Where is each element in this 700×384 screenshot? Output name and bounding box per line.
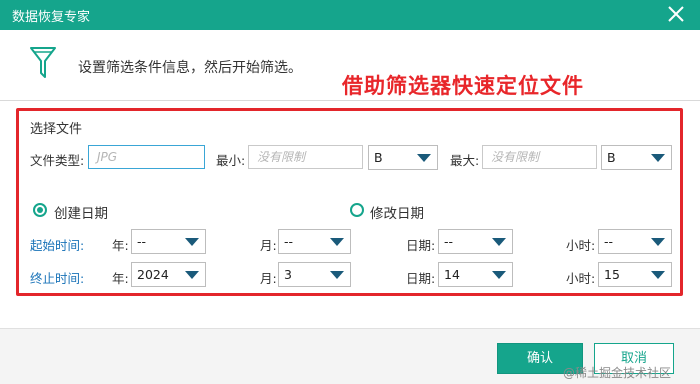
chevron-down-icon bbox=[330, 238, 344, 246]
modified-date-label: 修改日期 bbox=[370, 206, 424, 222]
start-hour-select[interactable]: -- bbox=[598, 229, 672, 254]
max-size-input[interactable]: 没有限制 bbox=[482, 145, 597, 169]
chevron-down-icon bbox=[330, 271, 344, 279]
end-year-value: 2024 bbox=[137, 267, 169, 282]
chevron-down-icon bbox=[185, 238, 199, 246]
chevron-down-icon bbox=[492, 238, 506, 246]
chevron-down-icon bbox=[651, 238, 665, 246]
start-year-value: -- bbox=[137, 234, 147, 249]
chevron-down-icon bbox=[185, 271, 199, 279]
annotation-text: 借助筛选器快速定位文件 bbox=[342, 74, 584, 98]
end-year-label: 年: bbox=[112, 271, 129, 286]
start-day-label: 日期: bbox=[406, 238, 436, 253]
header-description: 设置筛选条件信息，然后开始筛选。 bbox=[78, 60, 302, 76]
chevron-down-icon bbox=[651, 154, 665, 162]
title-bar: 数据恢复专家 bbox=[0, 0, 700, 30]
chevron-down-icon bbox=[651, 271, 665, 279]
max-size-unit-value: B bbox=[607, 150, 616, 165]
funnel-icon bbox=[30, 47, 56, 78]
start-hour-value: -- bbox=[604, 234, 614, 249]
file-type-input[interactable]: JPG bbox=[88, 145, 205, 169]
start-time-label: 起始时间: bbox=[30, 238, 85, 253]
start-year-label: 年: bbox=[112, 238, 129, 253]
end-time-label: 终止时间: bbox=[30, 271, 85, 286]
end-year-select[interactable]: 2024 bbox=[131, 262, 206, 287]
created-date-radio[interactable] bbox=[33, 203, 47, 217]
end-day-value: 14 bbox=[444, 267, 460, 282]
start-year-select[interactable]: -- bbox=[131, 229, 206, 254]
min-size-unit-select[interactable]: B bbox=[368, 145, 438, 170]
start-hour-label: 小时: bbox=[566, 238, 596, 253]
end-day-label: 日期: bbox=[406, 271, 436, 286]
created-date-label: 创建日期 bbox=[54, 206, 108, 222]
end-month-select[interactable]: 3 bbox=[278, 262, 351, 287]
chevron-down-icon bbox=[492, 271, 506, 279]
end-hour-select[interactable]: 15 bbox=[598, 262, 672, 287]
watermark-text: @稀土掘金技术社区 bbox=[563, 366, 672, 380]
max-size-label: 最大: bbox=[450, 153, 480, 168]
min-size-label: 最小: bbox=[216, 153, 246, 168]
end-day-select[interactable]: 14 bbox=[438, 262, 513, 287]
chevron-down-icon bbox=[417, 154, 431, 162]
start-month-label: 月: bbox=[260, 238, 277, 253]
start-day-value: -- bbox=[444, 234, 454, 249]
modified-date-radio[interactable] bbox=[350, 203, 364, 217]
dialog-header: 设置筛选条件信息，然后开始筛选。 借助筛选器快速定位文件 bbox=[0, 30, 700, 100]
max-size-unit-select[interactable]: B bbox=[601, 145, 672, 170]
start-month-value: -- bbox=[284, 234, 294, 249]
start-day-select[interactable]: -- bbox=[438, 229, 513, 254]
min-size-input[interactable]: 没有限制 bbox=[248, 145, 363, 169]
min-size-unit-value: B bbox=[374, 150, 383, 165]
window-title: 数据恢复专家 bbox=[12, 10, 91, 25]
end-month-label: 月: bbox=[260, 271, 277, 286]
file-type-label: 文件类型: bbox=[30, 153, 85, 168]
close-icon[interactable] bbox=[666, 3, 686, 25]
end-month-value: 3 bbox=[284, 267, 292, 282]
end-hour-value: 15 bbox=[604, 267, 620, 282]
file-section-title: 选择文件 bbox=[30, 122, 83, 137]
start-month-select[interactable]: -- bbox=[278, 229, 351, 254]
end-hour-label: 小时: bbox=[566, 271, 596, 286]
